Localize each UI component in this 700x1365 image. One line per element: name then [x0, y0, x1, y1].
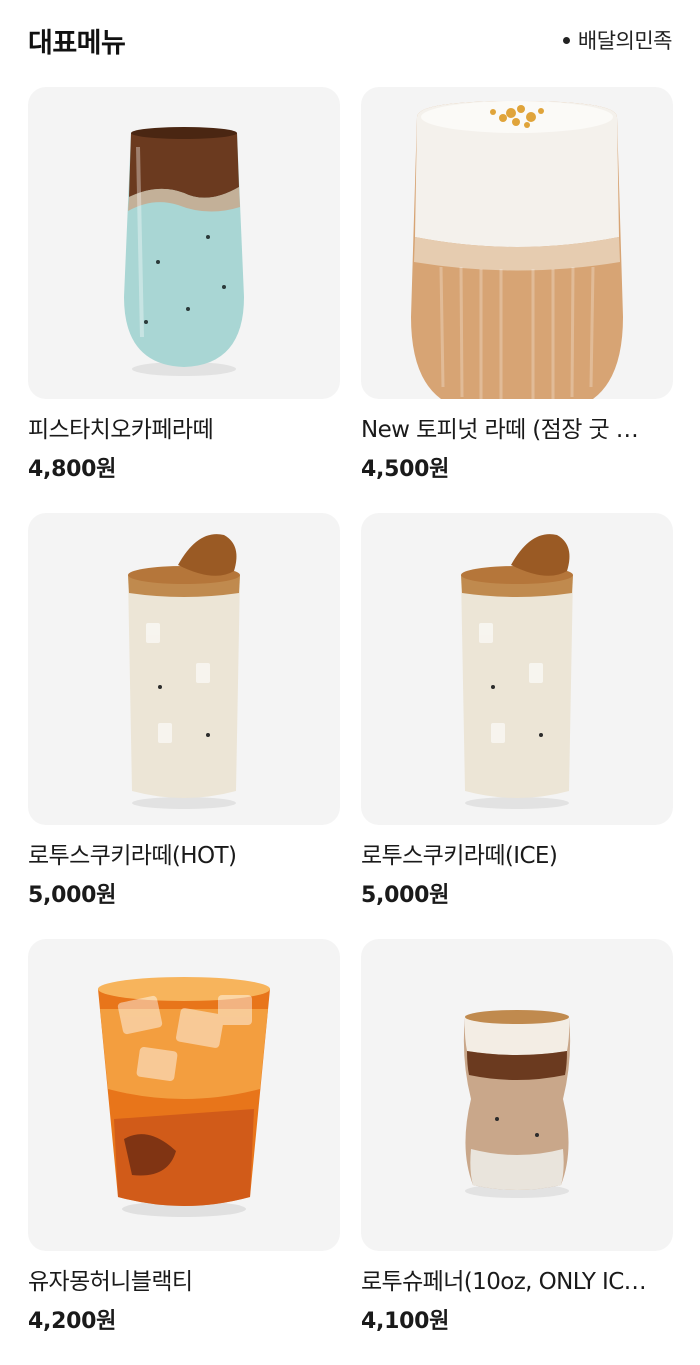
menu-item-card[interactable]: 유자몽허니블랙티 4,200원: [28, 939, 340, 1365]
menu-item-name: 로투스쿠키라떼(HOT): [28, 843, 237, 869]
source-label: 배달의민족: [577, 29, 673, 53]
menu-item-card[interactable]: 로투스쿠키라떼(ICE) 5,000원: [361, 513, 673, 939]
menu-grid: 피스타치오카페라떼 4,800원 New 토피넛 라떼 (점장 굿 … 4,50…: [28, 87, 673, 1365]
menu-item-name: 로투슈페너(10oz, ONLY IC…: [361, 1269, 647, 1295]
menu-item-image: [28, 939, 340, 1251]
menu-item-name: 피스타치오카페라떼: [28, 417, 214, 443]
menu-item-image: [361, 939, 673, 1251]
menu-item-image: [28, 87, 340, 399]
menu-item-price: 4,800원: [28, 457, 117, 482]
menu-item-name: 로투스쿠키라떼(ICE): [361, 843, 558, 869]
section-title: 대표메뉴: [28, 27, 126, 59]
lotus-cookie-latte-glass-icon: [461, 534, 573, 809]
yuzu-grapefruit-tea-glass-icon: [98, 977, 270, 1217]
menu-item-image: [28, 513, 340, 825]
menu-item-card[interactable]: 로투슈페너(10oz, ONLY IC… 4,100원: [361, 939, 673, 1365]
menu-item-price: 4,500원: [361, 457, 450, 482]
menu-item-price: 4,100원: [361, 1309, 450, 1334]
pistachio-latte-glass-icon: [124, 127, 244, 376]
menu-item-card[interactable]: 로투스쿠키라떼(HOT) 5,000원: [28, 513, 340, 939]
menu-item-name: New 토피넛 라떼 (점장 굿 …: [361, 417, 639, 443]
menu-item-price: 5,000원: [361, 883, 450, 908]
lotus-cookie-latte-glass-icon: [128, 534, 240, 809]
menu-item-price: 4,200원: [28, 1309, 117, 1334]
menu-item-image: [361, 87, 673, 399]
source-link[interactable]: 배달의민족: [562, 25, 673, 55]
menu-item-image: [361, 513, 673, 825]
menu-item-price: 5,000원: [28, 883, 117, 908]
toffee-nut-latte-glass-icon: [411, 101, 623, 399]
menu-item-card[interactable]: New 토피넛 라떼 (점장 굿 … 4,500원: [361, 87, 673, 513]
section-header: 대표메뉴 배달의민족: [28, 18, 673, 62]
menu-item-name: 유자몽허니블랙티: [28, 1269, 193, 1295]
bullet-icon: [562, 36, 570, 44]
lotus-einspanner-glass-icon: [463, 1010, 571, 1198]
menu-item-card[interactable]: 피스타치오카페라떼 4,800원: [28, 87, 340, 513]
